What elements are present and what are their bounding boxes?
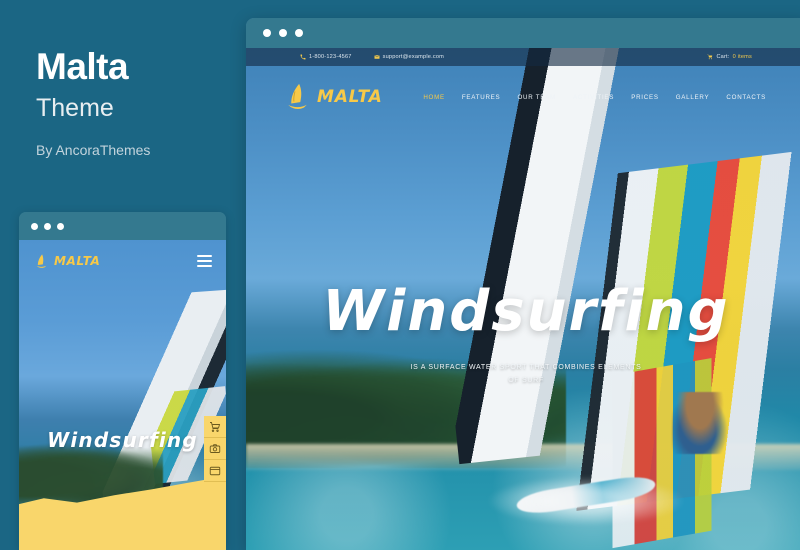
mobile-site-header: MALTA: [19, 240, 226, 282]
envelope-icon: [373, 55, 380, 59]
nav-link-list: HOME FEATURES OUR TEAM ACTIVITIES PRICES…: [423, 94, 766, 101]
mobile-logo-text: MALTA: [54, 254, 101, 268]
hero-title: Windsurfing: [322, 279, 730, 344]
window-dot-icon[interactable]: [44, 222, 51, 230]
site-main-nav: MALTA HOME FEATURES OUR TEAM ACTIVITIES …: [246, 66, 800, 128]
theme-subtitle: Theme: [36, 94, 114, 122]
nav-item-prices[interactable]: PRICES: [631, 94, 659, 101]
hamburger-icon-bar: [197, 260, 212, 262]
nav-item-home[interactable]: HOME: [423, 94, 445, 101]
theme-title-block: Malta Theme By AncoraThemes: [36, 48, 236, 158]
mobile-logo[interactable]: MALTA: [35, 253, 100, 270]
nav-item-our-team[interactable]: OUR TEAM: [517, 94, 556, 101]
cart-icon: [707, 54, 713, 60]
windsurfer-sail-icon: [36, 253, 47, 268]
desktop-preview-window: 1-800-123-4567 support@example.com Cart:…: [246, 18, 800, 550]
cart-icon: [210, 421, 221, 432]
mobile-menu-button[interactable]: [197, 255, 212, 267]
window-dot-icon[interactable]: [57, 222, 64, 230]
topbar-phone-text: 1-800-123-4567: [309, 54, 352, 60]
topbar-email-text: support@example.com: [382, 54, 445, 60]
nav-item-contacts[interactable]: CONTACTS: [726, 94, 766, 101]
window-icon: [209, 466, 221, 475]
theme-author: By AncoraThemes: [36, 142, 151, 158]
mobile-cart-button[interactable]: [204, 416, 226, 438]
hero-subtitle: IS A SURFACE WATER SPORT THAT COMBINES E…: [246, 362, 800, 388]
water-spray-shape: [486, 476, 686, 526]
camera-icon: [209, 443, 221, 453]
windsurfer-sail-icon: [288, 83, 307, 109]
mobile-hero-title: Windsurfing: [47, 428, 198, 452]
mobile-preview-window: MALTA Windsurfing: [19, 212, 226, 550]
nav-item-gallery[interactable]: GALLERY: [676, 94, 710, 101]
page-title: Malta: [36, 46, 129, 87]
hamburger-icon-bar: [197, 255, 212, 257]
windsurfer-person-shape: [672, 392, 728, 454]
theme-info-panel: Malta Theme By AncoraThemes MALTA Windsu…: [0, 0, 246, 550]
site-logo-text: MALTA: [317, 87, 383, 107]
mobile-gallery-button[interactable]: [204, 438, 226, 460]
window-dot-icon[interactable]: [295, 29, 303, 37]
hero-subtitle-line-2: OF SURF: [508, 376, 544, 384]
cart-count: 0 items: [732, 54, 752, 60]
mobile-viewport: MALTA Windsurfing: [19, 240, 226, 550]
phone-icon: [300, 54, 306, 60]
mobile-portfolio-button[interactable]: [204, 460, 226, 482]
site-topbar: 1-800-123-4567 support@example.com Cart:…: [246, 48, 800, 66]
window-dot-icon[interactable]: [279, 29, 287, 37]
topbar-email[interactable]: support@example.com: [373, 54, 445, 60]
desktop-window-titlebar: [246, 18, 800, 48]
nav-item-activities[interactable]: ACTIVITIES: [573, 94, 614, 101]
screenshot-stage: Malta Theme By AncoraThemes MALTA Windsu…: [0, 0, 800, 550]
cart-label: Cart:: [716, 54, 730, 60]
window-dot-icon[interactable]: [263, 29, 271, 37]
site-logo[interactable]: MALTA: [286, 82, 383, 112]
topbar-phone[interactable]: 1-800-123-4567: [300, 54, 352, 60]
hero-subtitle-line-1: IS A SURFACE WATER SPORT THAT COMBINES E…: [410, 364, 642, 371]
topbar-cart[interactable]: Cart: 0 items: [707, 54, 752, 60]
window-dot-icon[interactable]: [31, 222, 38, 230]
mobile-window-titlebar: [19, 212, 226, 240]
hamburger-icon-bar: [197, 265, 212, 267]
mobile-side-button-group: [204, 416, 226, 482]
hero-section: Windsurfing IS A SURFACE WATER SPORT THA…: [246, 284, 800, 388]
desktop-viewport: 1-800-123-4567 support@example.com Cart:…: [246, 48, 800, 550]
nav-item-features[interactable]: FEATURES: [462, 94, 501, 101]
